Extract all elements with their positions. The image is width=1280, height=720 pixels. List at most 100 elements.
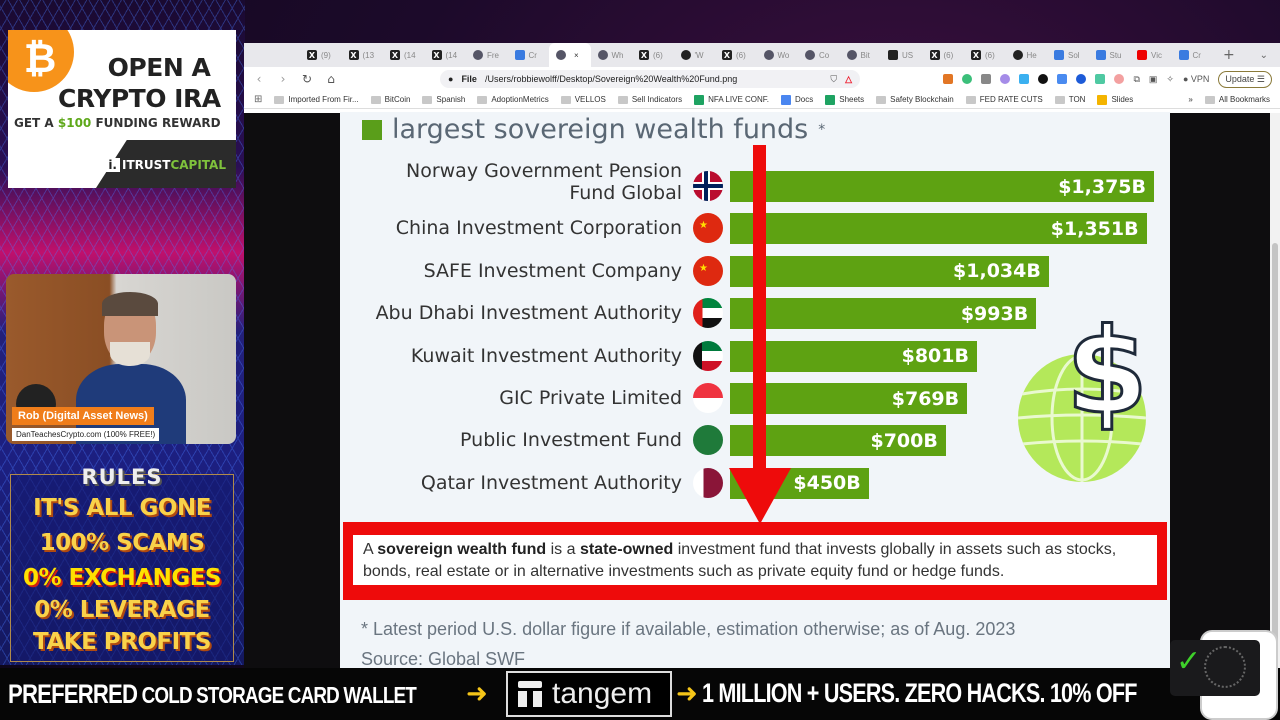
flag-singapore-icon [693,383,723,413]
bookmark-item[interactable]: Slides [1097,94,1133,105]
checkmark-icon: ✓ [1176,644,1202,679]
home-button[interactable]: ⌂ [324,72,338,86]
apps-grid-icon[interactable]: ⊞ [254,94,262,105]
browser-tab[interactable]: X (6) [632,43,674,67]
browser-tab[interactable]: He [1006,43,1048,67]
browser-tab[interactable]: US [881,43,923,67]
puzzle-icon[interactable]: ⧉ [1133,74,1139,85]
ad-subline: GET A $100 FUNDING REWARD [14,116,221,130]
extensions-area: ⧉ ▣ ✧ ● VPN Update ☰ [943,70,1272,88]
flag-china-icon: ★ [693,255,723,286]
browser-tab[interactable]: × [549,43,591,67]
browser-tab[interactable]: Bit [840,43,882,67]
brave-rewards-icon[interactable]: △ [845,74,852,85]
all-bookmarks-button[interactable]: All Bookmarks [1204,95,1270,104]
browser-tab[interactable]: X (13 [342,43,384,67]
bar-label: Kuwait Investment Authority [410,344,682,367]
bookmark-item[interactable]: Safety Blockchain [876,95,954,104]
footnote-text: * Latest period U.S. dollar figure if av… [361,619,1016,639]
bar-value-label: $801B [901,345,969,368]
info-icon[interactable]: ● [448,74,453,84]
scrollbar[interactable] [1270,113,1280,668]
bookmark-item[interactable]: BitCoin [370,95,410,104]
bookmark-item[interactable]: NFA LIVE CONF. [694,94,769,105]
sidebar-icon[interactable]: ▣ [1149,74,1158,85]
bar-value-label: $450B [793,472,861,495]
link-icon [680,50,691,60]
browser-tab[interactable]: X (14 [383,43,425,67]
bookmark-item[interactable]: Sheets [825,94,864,105]
extension-icon[interactable] [1057,74,1068,84]
browser-tab[interactable]: Wo [757,43,799,67]
browser-tab[interactable]: 'W [674,43,716,67]
browser-tab[interactable]: Sol [1047,43,1089,67]
folder-icon [477,95,488,104]
title-marker [362,119,382,140]
bitcoin-icon: ₿ [8,30,74,92]
shield-icon[interactable]: ⛉ [830,74,837,85]
globe-icon [846,50,857,60]
globe-icon [597,50,608,60]
bookmark-item[interactable]: AdoptionMetrics [477,95,549,104]
browser-tab[interactable]: X (9) [300,43,342,67]
browser-tab[interactable]: X (6) [923,43,965,67]
extension-icon[interactable] [1076,74,1087,84]
folder-icon [560,95,571,104]
bookmark-item[interactable]: FED RATE CUTS [965,95,1043,104]
infographic-image: largest sovereign wealth funds * $ Norway… [340,112,1170,668]
bookmark-item[interactable]: Imported From Fir... [274,95,359,104]
x-icon: X [431,50,442,60]
forward-button[interactable]: › [276,72,290,86]
bookmarks-overflow-button[interactable]: » [1188,95,1192,104]
browser-tab[interactable]: Fre [466,43,508,67]
url-text[interactable]: /Users/robbiewolff/Desktop/Sovereign%20W… [485,74,737,84]
bookmark-item[interactable]: Sell Indicators [617,95,682,104]
bar: $993B [730,298,1037,330]
tab-search-chevron-icon[interactable]: ⌄ [1260,50,1268,61]
extension-icon[interactable] [1019,74,1030,84]
browser-tab[interactable]: X (6) [964,43,1006,67]
leo-icon[interactable]: ✧ [1166,74,1174,85]
bookmark-item[interactable]: Spanish [422,95,465,104]
down-arrow-head [729,468,791,524]
rule-line: 0% EXCHANGES [22,565,222,591]
bookmark-item[interactable]: TON [1054,95,1085,104]
folder-icon [965,95,976,104]
extension-icon[interactable] [962,74,973,84]
extension-icon[interactable] [1038,74,1049,84]
wallet-card-image: ✓ [1170,640,1260,696]
browser-tab[interactable]: X (14 [425,43,467,67]
browser-tab[interactable]: Cr [1172,43,1214,67]
footnote: * Latest period U.S. dollar figure if av… [361,614,1015,668]
browser-tab[interactable]: Stu [1089,43,1131,67]
chart-title: largest sovereign wealth funds * [362,114,825,145]
address-bar[interactable]: ● File /Users/robbiewolff/Desktop/Sovere… [440,70,860,88]
back-button[interactable]: ‹ [252,72,266,86]
extension-icon[interactable] [1000,74,1011,84]
extension-icon[interactable] [1095,74,1106,84]
browser-tab[interactable]: X (6) [715,43,757,67]
bar: $1,034B [730,255,1049,287]
bar-label: Qatar Investment Authority [420,471,682,494]
metamask-icon[interactable] [943,74,954,84]
ticker-text-1: PREFERRED COLD STORAGE CARD WALLET [8,678,417,709]
browser-tab[interactable]: Cr [508,43,550,67]
rule-line: IT'S ALL GONE [33,495,211,521]
reload-button[interactable]: ↻ [300,72,314,86]
extension-icon[interactable] [1114,74,1125,84]
itrust-capital-logo: i. ITRUSTCAPITAL [105,158,226,172]
browser-tab[interactable]: Co [798,43,840,67]
bookmark-item[interactable]: VELLOS [560,95,606,104]
close-tab-icon[interactable]: × [574,51,579,60]
news-icon [888,50,898,60]
new-tab-button[interactable]: + [1213,47,1245,63]
browser-tab[interactable]: Wh [591,43,633,67]
vpn-button[interactable]: ● VPN [1183,74,1209,84]
sheets-icon [825,94,836,105]
update-button[interactable]: Update ☰ [1218,70,1272,88]
bookmark-item[interactable]: Docs [781,94,813,105]
scheme-label: File [461,74,477,84]
browser-tab[interactable]: Vic [1130,43,1172,67]
scrollbar-thumb[interactable] [1272,243,1278,653]
extension-icon[interactable] [981,74,992,84]
